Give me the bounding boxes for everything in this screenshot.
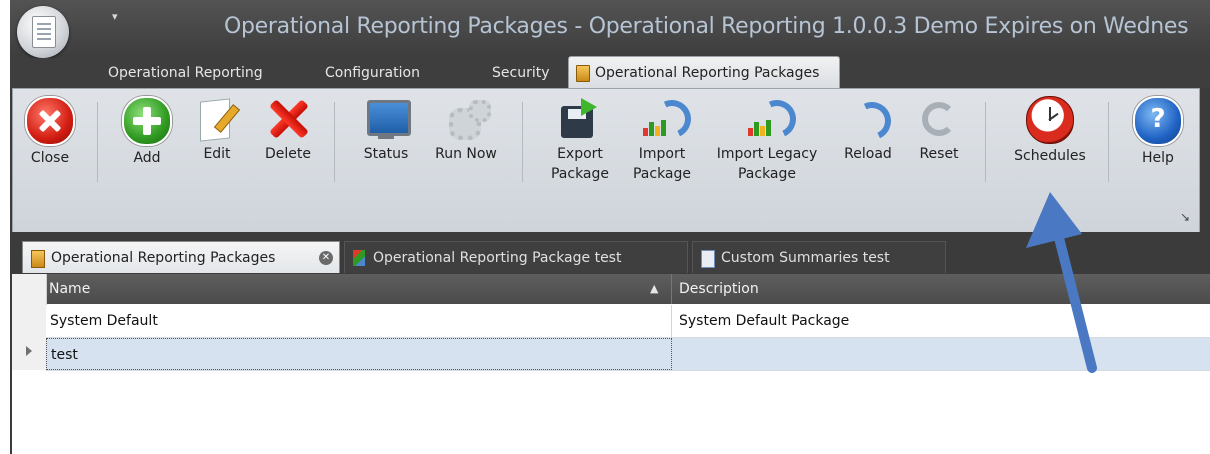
status-label: Status [363, 146, 409, 162]
close-icon [25, 96, 75, 146]
add-icon [122, 96, 172, 146]
export-label-line1: Export [557, 146, 603, 162]
add-button[interactable]: Add [122, 96, 172, 168]
ribbon-separator [1108, 102, 1109, 182]
ribbon-launcher-icon[interactable]: ↘ [1180, 210, 1190, 224]
import-chart-icon [639, 94, 697, 144]
run-now-button[interactable]: Run Now [428, 96, 504, 164]
column-header-name[interactable]: Name [46, 274, 672, 304]
reload-label: Reload [844, 146, 892, 162]
tab-operational-reporting[interactable]: Operational Reporting [108, 62, 263, 86]
doc-tab-custom-summaries-test[interactable]: Custom Summaries test [692, 241, 946, 273]
report-package-icon [353, 250, 365, 266]
close-label: Close [30, 150, 70, 166]
delete-icon [265, 96, 311, 142]
ribbon-separator [97, 102, 98, 182]
left-margin [0, 0, 10, 454]
tab-operational-reporting-packages[interactable]: Operational Reporting Packages [568, 56, 841, 89]
run-now-label: Run Now [435, 146, 497, 162]
document-icon [32, 16, 56, 48]
ribbon-separator [985, 102, 986, 182]
quick-access-toolbar-dropdown[interactable]: ▾ [112, 10, 118, 23]
ribbon-separator [522, 102, 523, 182]
import-legacy-label-line1: Import Legacy [716, 146, 818, 162]
reset-button[interactable]: Reset [912, 96, 966, 164]
help-icon: ? [1133, 96, 1183, 146]
import-legacy-label-line2: Package [737, 166, 797, 182]
close-tab-icon[interactable]: ✕ [319, 251, 333, 265]
import-legacy-package-button[interactable]: Import Legacy Package [710, 94, 824, 184]
cell-description[interactable]: System Default Package [673, 305, 849, 337]
reload-icon [845, 96, 897, 146]
monitor-icon [363, 96, 411, 142]
tab-security[interactable]: Security [492, 62, 550, 86]
ribbon-separator [334, 102, 335, 182]
delete-button[interactable]: Delete [260, 96, 316, 164]
reset-label: Reset [919, 146, 959, 162]
sort-ascending-icon: ▲ [650, 282, 659, 295]
save-export-icon [557, 96, 603, 142]
edit-label: Edit [203, 146, 231, 162]
cell-description[interactable] [673, 338, 679, 370]
import-package-button[interactable]: Import Package [628, 94, 697, 184]
column-header-description[interactable]: Description [673, 274, 759, 304]
delete-label: Delete [265, 146, 311, 162]
edit-button[interactable]: Edit [194, 96, 241, 164]
edit-icon [194, 96, 241, 142]
package-icon [31, 250, 45, 268]
doc-tab-label: Custom Summaries test [721, 250, 890, 266]
tab-label: Operational Reporting Packages [595, 65, 820, 81]
doc-tab-label: Operational Reporting Packages [51, 250, 276, 266]
import-legacy-chart-icon [744, 94, 802, 144]
document-icon [701, 250, 715, 268]
current-row-indicator-icon [26, 346, 32, 356]
application-window: ▾ Operational Reporting Packages - Opera… [0, 0, 1210, 454]
tab-configuration[interactable]: Configuration [325, 62, 420, 86]
help-button[interactable]: ? Help [1130, 96, 1186, 168]
app-menu-button[interactable] [17, 6, 69, 58]
clock-icon [1026, 96, 1074, 144]
cell-name[interactable]: test [46, 338, 672, 370]
status-button[interactable]: Status [356, 96, 416, 164]
gears-icon [443, 96, 491, 142]
cell-name[interactable]: System Default [46, 305, 672, 337]
import-label-line2: Package [632, 166, 692, 182]
window-title: Operational Reporting Packages - Operati… [224, 14, 1189, 39]
reload-button[interactable]: Reload [838, 96, 898, 164]
schedules-button[interactable]: Schedules [1008, 96, 1092, 166]
import-label-line1: Import [638, 146, 686, 162]
package-icon [576, 65, 590, 82]
reset-icon [916, 96, 962, 142]
doc-tab-label: Operational Reporting Package test [373, 250, 622, 266]
export-package-button[interactable]: Export Package [545, 96, 615, 184]
schedules-label: Schedules [1014, 148, 1086, 164]
help-label: Help [1142, 150, 1174, 166]
export-label-line2: Package [550, 166, 610, 182]
add-label: Add [133, 150, 161, 166]
doc-tab-operational-reporting-packages[interactable]: Operational Reporting Packages ✕ [22, 241, 340, 273]
annotation-arrow [1026, 192, 1097, 373]
doc-tab-operational-reporting-package-test[interactable]: Operational Reporting Package test [344, 241, 688, 273]
close-button[interactable]: Close [22, 96, 78, 168]
